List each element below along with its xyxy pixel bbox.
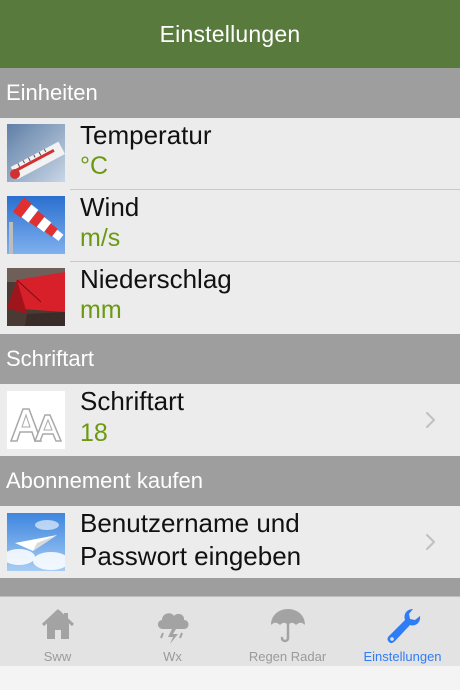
section-header-units: Einheiten	[0, 68, 460, 118]
wind-value: m/s	[80, 224, 121, 252]
section-header-subscription: Abonnement kaufen	[0, 456, 460, 506]
wind-label: Wind	[80, 192, 140, 222]
tab-sww-label: Sww	[43, 649, 72, 664]
precipitation-value: mm	[80, 296, 122, 324]
tab-wx-label: Wx	[163, 649, 182, 664]
font-size-thumbnail-icon	[7, 391, 65, 449]
umbrella-thumbnail-icon	[7, 268, 65, 326]
settings-row-wind[interactable]: Wind m/s	[0, 190, 460, 261]
tab-einstellungen-label: Einstellungen	[363, 649, 442, 664]
tab-regen-radar[interactable]: Regen Radar	[230, 597, 345, 666]
precipitation-label: Niederschlag	[80, 264, 232, 294]
navigation-bar: Einstellungen	[0, 0, 460, 68]
house-icon	[41, 609, 74, 639]
credentials-label-line2: Passwort eingeben	[80, 541, 302, 571]
tab-regen-radar-label: Regen Radar	[248, 649, 327, 664]
temperature-value: °C	[80, 152, 109, 180]
settings-row-font-size[interactable]: Schriftart 18	[0, 384, 460, 456]
settings-row-precipitation[interactable]: Niederschlag mm	[0, 262, 460, 333]
font-label: Schriftart	[80, 386, 185, 416]
section-footer-strip	[0, 578, 460, 596]
chevron-right-icon	[425, 411, 436, 429]
wrench-icon	[387, 609, 420, 644]
tab-sww[interactable]: Sww	[0, 597, 115, 666]
tab-wx[interactable]: Wx	[115, 597, 230, 666]
temperature-label: Temperatur	[80, 120, 212, 150]
paper-plane-thumbnail-icon	[7, 513, 65, 571]
font-size-value: 18	[80, 419, 108, 447]
storm-cloud-icon	[157, 613, 188, 644]
settings-row-temperature[interactable]: Temperatur °C	[0, 118, 460, 189]
page-title: Einstellungen	[159, 20, 301, 47]
section-header-units-label: Einheiten	[6, 80, 98, 105]
tab-bar: Sww Wx Regen Radar Einstellungen	[0, 596, 460, 666]
umbrella-icon	[270, 609, 305, 643]
chevron-right-icon	[425, 533, 436, 551]
section-header-font: Schriftart	[0, 334, 460, 384]
credentials-label-line1: Benutzername und	[80, 508, 300, 538]
thermometer-thumbnail-icon	[7, 124, 65, 182]
settings-row-credentials[interactable]: Benutzername und Passwort eingeben	[0, 506, 460, 578]
bottom-strip	[0, 666, 460, 690]
tab-einstellungen[interactable]: Einstellungen	[345, 597, 460, 666]
section-header-font-label: Schriftart	[6, 346, 95, 371]
windsock-thumbnail-icon	[7, 196, 65, 254]
section-header-subscription-label: Abonnement kaufen	[6, 468, 203, 493]
